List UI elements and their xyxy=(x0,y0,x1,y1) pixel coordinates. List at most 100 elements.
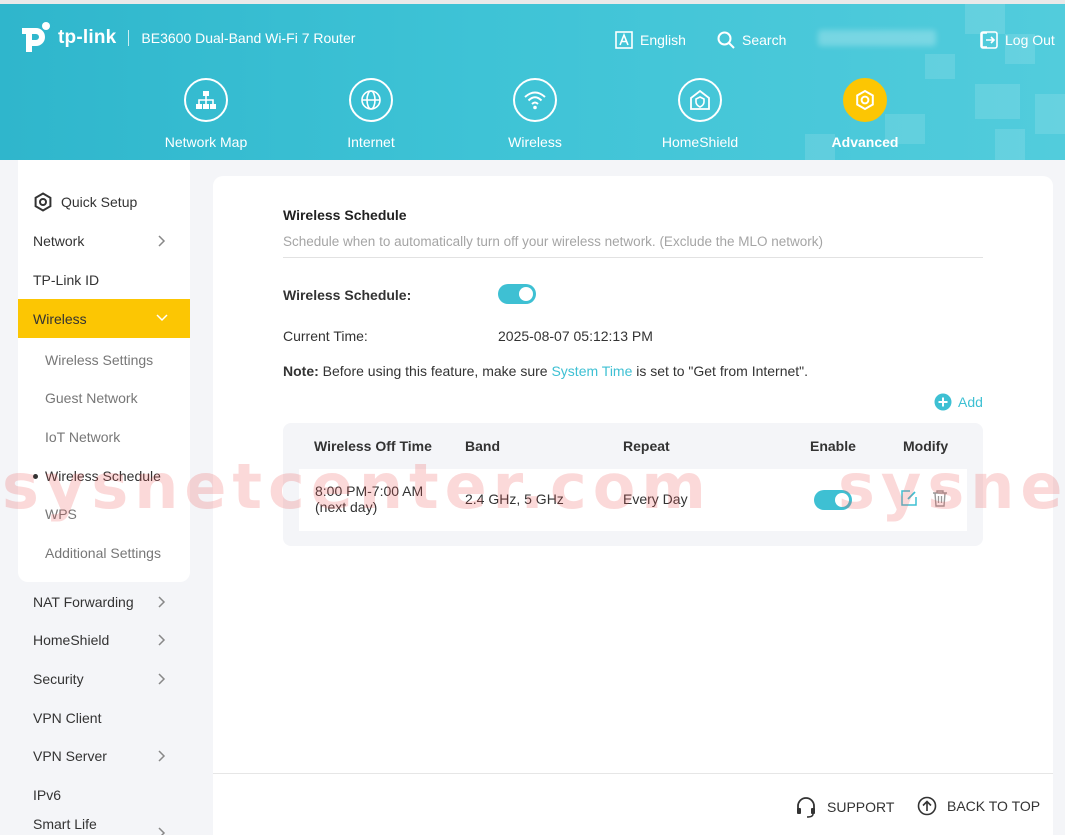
sidebar-item-homeshield[interactable]: HomeShield xyxy=(18,620,190,659)
header-separator xyxy=(128,30,130,46)
nav-label: Advanced xyxy=(831,134,899,150)
current-time-value: 2025-08-07 05:12:13 PM xyxy=(498,328,653,344)
arrow-up-circle-icon xyxy=(917,796,937,816)
nav-network-map[interactable]: Network Map xyxy=(146,78,266,150)
search-label: Search xyxy=(742,32,787,48)
tp-link-logo-icon xyxy=(22,22,50,52)
sidebar-item-iot-network[interactable]: IoT Network xyxy=(18,417,190,456)
column-header: Enable xyxy=(810,438,856,454)
support-button[interactable]: SUPPORT xyxy=(795,796,894,818)
network-map-icon xyxy=(196,91,216,109)
off-time-line2: (next day) xyxy=(315,499,378,515)
band-cell: 2.4 GHz, 5 GHz xyxy=(465,491,564,507)
sidebar-item-label: NAT Forwarding xyxy=(33,593,134,610)
nav-wireless[interactable]: Wireless xyxy=(475,78,595,150)
note-text-part2: is set to "Get from Internet". xyxy=(632,363,809,379)
repeat-cell: Every Day xyxy=(623,491,688,507)
sidebar-item-vpn-client[interactable]: VPN Client xyxy=(18,698,190,737)
support-label: SUPPORT xyxy=(827,799,895,815)
chevron-down-icon xyxy=(156,314,168,322)
top-header: tp-link BE3600 Dual-Band Wi-Fi 7 Router … xyxy=(0,0,1065,160)
sidebar-item-label: Security xyxy=(33,670,84,687)
sidebar-item-label: Smart Life xyxy=(33,816,97,832)
chevron-right-icon xyxy=(158,634,166,646)
quick-setup-icon xyxy=(34,191,52,212)
back-to-top-button[interactable]: BACK TO TOP xyxy=(917,796,1040,816)
add-label: Add xyxy=(958,394,983,410)
sidebar-item-vpn-server[interactable]: VPN Server xyxy=(18,736,190,775)
nav-internet[interactable]: Internet xyxy=(311,78,431,150)
edit-icon[interactable] xyxy=(900,489,918,507)
account-info[interactable] xyxy=(818,30,936,46)
note-text-part1: Before using this feature, make sure xyxy=(318,363,552,379)
tp-link-logo[interactable]: tp-link BE3600 Dual-Band Wi-Fi 7 Router xyxy=(18,20,355,56)
sidebar: Quick Setup Network TP-Link ID Wireless … xyxy=(18,160,190,835)
wireless-schedule-toggle[interactable] xyxy=(498,284,536,304)
language-selector[interactable]: English xyxy=(614,30,686,50)
note-prefix: Note: xyxy=(283,363,319,379)
sidebar-item-label: Wireless Schedule xyxy=(45,467,161,484)
chevron-right-icon xyxy=(158,673,166,685)
chevron-right-icon xyxy=(158,750,166,762)
sidebar-item-wireless[interactable]: Wireless xyxy=(18,299,190,338)
add-schedule-button[interactable]: Add xyxy=(934,393,983,411)
sidebar-item-label: IPv6 xyxy=(33,786,62,803)
nav-label: Network Map xyxy=(164,134,248,150)
current-time-label: Current Time: xyxy=(283,328,368,344)
sidebar-item-label: Quick Setup xyxy=(61,193,138,210)
off-time-line1: 8:00 PM-7:00 AM xyxy=(315,483,424,499)
logout-label: Log Out xyxy=(1005,32,1055,48)
column-header: Band xyxy=(465,438,500,454)
sidebar-item-label: Network xyxy=(33,232,85,249)
sidebar-item-tp-link-id[interactable]: TP-Link ID xyxy=(18,260,190,299)
sidebar-item-wireless-schedule[interactable]: Wireless Schedule xyxy=(18,456,190,495)
headset-icon xyxy=(797,797,815,818)
globe-icon xyxy=(361,90,381,110)
sidebar-item-label: WPS xyxy=(45,505,77,522)
chevron-right-icon xyxy=(158,235,166,247)
column-header: Wireless Off Time xyxy=(314,438,432,454)
sidebar-item-security[interactable]: Security xyxy=(18,659,190,698)
sidebar-item-label: Additional Settings xyxy=(45,544,161,561)
account-name-blurred xyxy=(818,30,936,46)
sidebar-item-nat-forwarding[interactable]: NAT Forwarding xyxy=(18,582,190,621)
sidebar-item-quick-setup[interactable]: Quick Setup xyxy=(18,182,190,221)
sidebar-item-label: Wireless Settings xyxy=(45,351,154,368)
sidebar-item-label: TP-Link ID xyxy=(33,271,100,288)
sidebar-item-guest-network[interactable]: Guest Network xyxy=(18,378,190,417)
nav-label: HomeShield xyxy=(661,134,739,150)
logout-icon xyxy=(980,31,998,49)
schedule-table: Wireless Off Time Band Repeat Enable Mod… xyxy=(283,423,983,546)
sidebar-item-label: VPN Client xyxy=(33,709,102,726)
nav-advanced[interactable]: Advanced xyxy=(805,78,925,150)
table-row: 8:00 PM-7:00 AM (next day) 2.4 GHz, 5 GH… xyxy=(299,469,967,531)
language-icon xyxy=(615,31,633,49)
footer: SUPPORT BACK TO TOP xyxy=(213,773,1053,835)
sidebar-item-label: HomeShield xyxy=(33,631,110,648)
sidebar-item-label: IoT Network xyxy=(45,428,121,445)
title-divider xyxy=(283,257,983,258)
sidebar-item-label: VPN Server xyxy=(33,747,107,764)
search-button[interactable]: Search xyxy=(716,30,786,50)
sidebar-item-network[interactable]: Network xyxy=(18,221,190,260)
sidebar-item-smart-life[interactable]: Smart Life xyxy=(18,809,190,835)
plus-circle-icon xyxy=(934,393,952,411)
main-content: Wireless Schedule Schedule when to autom… xyxy=(213,176,1053,835)
nav-homeshield[interactable]: HomeShield xyxy=(640,78,760,150)
sidebar-item-wps[interactable]: WPS xyxy=(18,494,190,533)
delete-icon[interactable] xyxy=(931,489,949,507)
sidebar-item-label: Guest Network xyxy=(45,389,138,406)
chevron-right-icon xyxy=(158,827,166,835)
brand-name: tp-link xyxy=(58,27,117,48)
language-label: English xyxy=(640,32,686,48)
row-enable-toggle[interactable] xyxy=(814,490,852,510)
back-to-top-label: BACK TO TOP xyxy=(947,798,1041,814)
system-time-link[interactable]: System Time xyxy=(551,363,632,379)
page-title: Wireless Schedule xyxy=(283,207,407,223)
gear-icon xyxy=(856,89,874,111)
sidebar-item-wireless-settings[interactable]: Wireless Settings xyxy=(18,340,190,379)
sidebar-item-additional-settings[interactable]: Additional Settings xyxy=(18,533,190,572)
chevron-right-icon xyxy=(158,596,166,608)
sidebar-item-label: Wireless xyxy=(33,310,87,327)
logout-button[interactable]: Log Out xyxy=(979,30,1055,50)
